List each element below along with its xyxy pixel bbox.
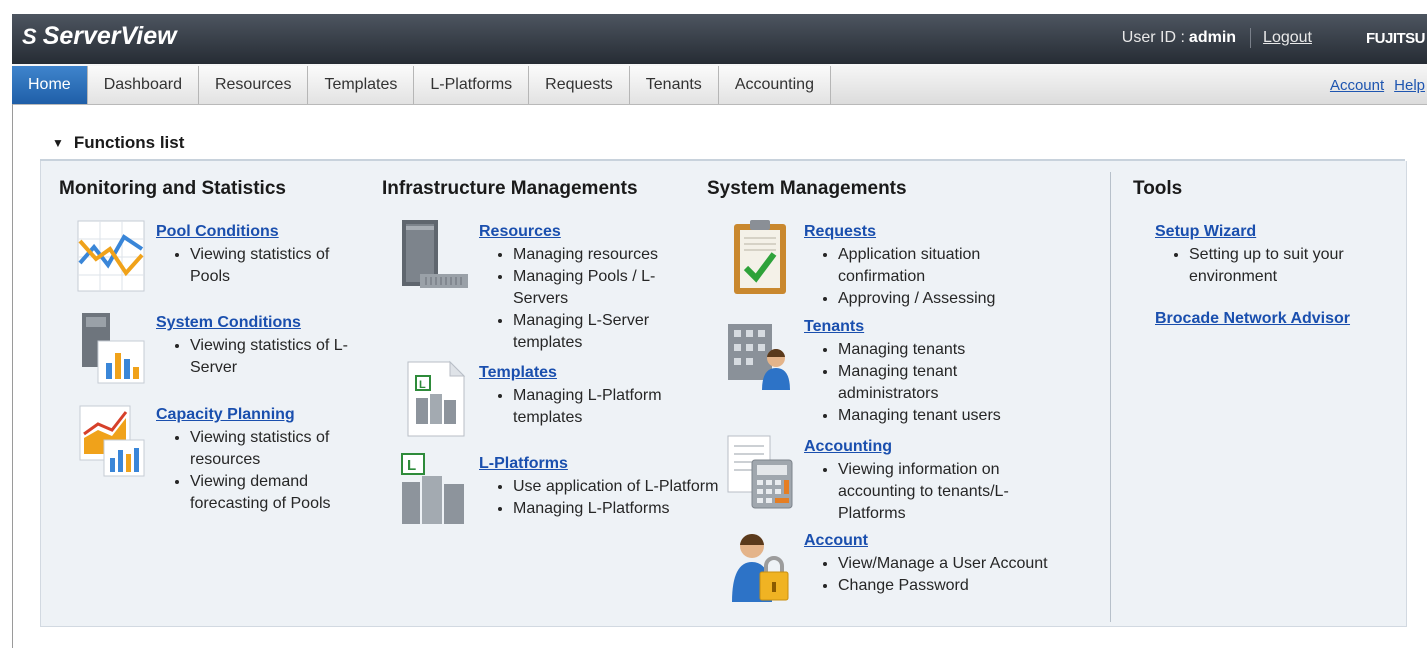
column-title-tools: Tools [1133, 178, 1183, 199]
template-document-icon: L [407, 360, 466, 437]
templates-link[interactable]: Templates [479, 364, 557, 382]
server-chart-icon [82, 313, 145, 384]
brocade-item: Brocade Network Advisor [1155, 310, 1350, 328]
building-user-icon [728, 324, 790, 390]
list-item: Managing tenant administrators [838, 361, 1048, 405]
list-item: Change Password [838, 575, 1108, 597]
app-name: ServerView [42, 22, 177, 50]
list-item: Viewing statistics of L-Server [190, 335, 386, 379]
tab-tenants[interactable]: Tenants [629, 66, 719, 104]
server-tower-icon [402, 220, 468, 288]
svg-text:L: L [407, 457, 416, 474]
tenants-link[interactable]: Tenants [804, 318, 864, 336]
list-item: Managing L-Server templates [513, 310, 703, 354]
tab-l-platforms[interactable]: L-Platforms [414, 66, 530, 104]
user-name: admin [1188, 29, 1237, 46]
app-header: S ServerView User ID : admin Logout FUJI… [12, 14, 1427, 64]
brocade-network-advisor-link[interactable]: Brocade Network Advisor [1155, 310, 1350, 328]
user-bar: User ID : admin Logout FUJITSU [1122, 28, 1427, 48]
list-item: Approving / Assessing [838, 288, 1048, 310]
l-platform-icon: L [401, 453, 464, 524]
account-link[interactable]: Account [1330, 77, 1384, 94]
page-left-border [12, 104, 13, 648]
list-item: Viewing information on accounting to ten… [838, 459, 1048, 525]
tenants-item: Tenants Managing tenants Managing tenant… [804, 318, 1048, 427]
tab-templates[interactable]: Templates [308, 66, 415, 104]
resources-link[interactable]: Resources [479, 223, 561, 241]
pool-conditions-item: Pool Conditions Viewing statistics of Po… [156, 223, 370, 288]
resources-item: Resources Managing resources Managing Po… [479, 223, 703, 354]
column-title-system: System Managements [707, 178, 907, 199]
column-title-infrastructure: Infrastructure Managements [382, 178, 638, 199]
list-item: Managing tenants [838, 339, 1048, 361]
pool-conditions-link[interactable]: Pool Conditions [156, 223, 279, 241]
tab-home[interactable]: Home [12, 66, 88, 104]
capacity-chart-icon [79, 405, 145, 477]
collapse-triangle-icon[interactable]: ▼ [52, 136, 64, 150]
svg-text:L: L [419, 379, 426, 391]
list-item: Viewing statistics of Pools [190, 244, 370, 288]
list-item: Setting up to suit your environment [1189, 244, 1389, 288]
line-chart-icon [77, 220, 145, 292]
capacity-planning-link[interactable]: Capacity Planning [156, 406, 295, 424]
accounting-link[interactable]: Accounting [804, 438, 892, 456]
account-function-link[interactable]: Account [804, 532, 868, 550]
calculator-icon [727, 435, 793, 509]
main-tab-bar: Home Dashboard Resources Templates L-Pla… [12, 64, 1427, 105]
system-conditions-item: System Conditions Viewing statistics of … [156, 314, 386, 379]
list-item: Managing L-Platforms [513, 498, 723, 520]
fujitsu-logo: FUJITSU [1365, 29, 1426, 47]
l-platforms-item: L-Platforms Use application of L-Platfor… [479, 455, 723, 520]
setup-wizard-item: Setup Wizard Setting up to suit your env… [1155, 223, 1389, 288]
list-item: Use application of L-Platform [513, 476, 723, 498]
requests-link[interactable]: Requests [804, 223, 876, 241]
tools-divider [1110, 172, 1111, 622]
requests-item: Requests Application situation confirmat… [804, 223, 1048, 310]
list-item: Managing resources [513, 244, 703, 266]
serverview-logo: S ServerView [22, 22, 177, 51]
tab-resources[interactable]: Resources [198, 66, 309, 104]
setup-wizard-link[interactable]: Setup Wizard [1155, 223, 1256, 241]
list-item: Managing Pools / L-Servers [513, 266, 703, 310]
list-item: View/Manage a User Account [838, 553, 1108, 575]
list-item: Managing L-Platform templates [513, 385, 713, 429]
tab-requests[interactable]: Requests [529, 66, 630, 104]
list-item: Managing tenant users [838, 405, 1048, 427]
account-item: Account View/Manage a User Account Chang… [804, 532, 1108, 597]
help-link[interactable]: Help [1394, 77, 1425, 94]
l-platforms-link[interactable]: L-Platforms [479, 455, 568, 473]
user-id-label: User ID : [1121, 29, 1185, 46]
capacity-planning-item: Capacity Planning Viewing statistics of … [156, 406, 376, 515]
serverview-logo-mark: S [22, 23, 37, 49]
list-item: Application situation confirmation [838, 244, 1048, 288]
system-conditions-link[interactable]: System Conditions [156, 314, 301, 332]
list-item: Viewing demand forecasting of Pools [190, 471, 376, 515]
user-lock-icon [732, 533, 789, 602]
tab-dashboard[interactable]: Dashboard [87, 66, 199, 104]
functions-list-title: Functions list [73, 133, 185, 152]
templates-item: Templates Managing L-Platform templates [479, 364, 713, 429]
column-title-monitoring: Monitoring and Statistics [59, 178, 286, 199]
list-item: Viewing statistics of resources [190, 427, 376, 471]
functions-list-header[interactable]: ▼ Functions list [40, 133, 1405, 161]
logout-link[interactable]: Logout [1263, 29, 1312, 47]
clipboard-check-icon [734, 220, 786, 294]
user-bar-divider [1250, 28, 1252, 48]
tab-accounting[interactable]: Accounting [718, 66, 831, 104]
tab-links: Account Help [1320, 77, 1425, 94]
accounting-item: Accounting Viewing information on accoun… [804, 438, 1048, 525]
